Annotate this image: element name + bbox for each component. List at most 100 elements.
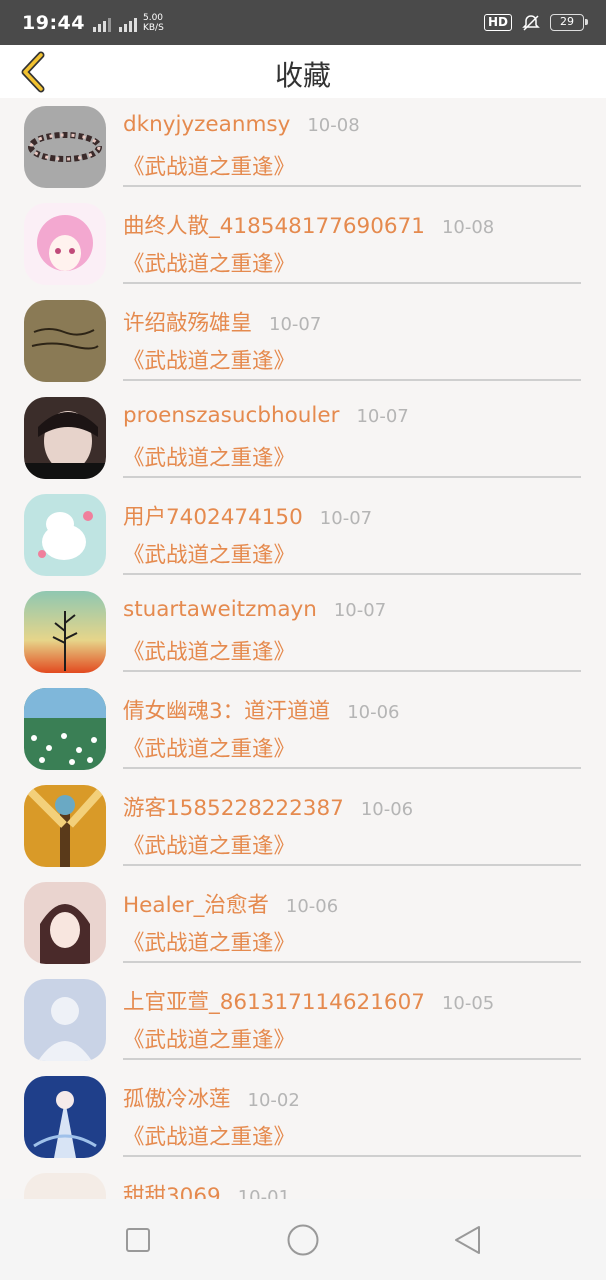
row-divider — [123, 767, 581, 769]
book-title[interactable]: 《武战道之重逢》 — [123, 1023, 295, 1054]
network-speed-value: 5.00 — [142, 12, 164, 23]
book-title[interactable]: 《武战道之重逢》 — [123, 441, 295, 472]
favorite-row[interactable]: 孤傲冷冰莲 10-02 《武战道之重逢》 — [0, 1068, 606, 1165]
signal-icon — [92, 14, 111, 32]
anime-portrait-avatar-icon[interactable] — [24, 882, 106, 964]
favorite-date: 10-08 — [441, 217, 495, 238]
row-divider — [123, 1155, 581, 1157]
name-line: dknyjyzeanmsy 10-08 — [123, 112, 586, 137]
book-title[interactable]: 《武战道之重逢》 — [123, 344, 295, 375]
circle-icon — [287, 1224, 319, 1256]
moomin-avatar-icon[interactable] — [24, 494, 106, 576]
row-divider — [123, 185, 581, 187]
row-divider — [123, 1058, 581, 1060]
system-nav-bar — [0, 1199, 606, 1280]
username[interactable]: Healer_治愈者 — [123, 888, 269, 919]
favorite-date: 10-06 — [347, 702, 400, 723]
favorite-row[interactable]: 上官亚萱_861317114621607 10-05 《武战道之重逢》 — [0, 971, 606, 1068]
name-line: 上官亚萱_861317114621607 10-05 — [123, 985, 586, 1016]
girl-photo-avatar-icon[interactable] — [24, 397, 106, 479]
name-line: 倩女幽魂3：道汗道道 10-06 — [123, 694, 586, 725]
row-divider — [123, 379, 581, 381]
name-line: 游客1585228222387 10-06 — [123, 791, 586, 822]
favorite-row[interactable]: 甜甜3069 10-01 — [0, 1165, 606, 1199]
username[interactable]: dknyjyzeanmsy — [123, 112, 290, 137]
name-line: 甜甜3069 10-01 — [123, 1179, 586, 1199]
name-line: 许绍敲殇雄皇 10-07 — [123, 306, 586, 337]
handwriting-avatar-icon[interactable] — [24, 300, 106, 382]
favorite-row[interactable]: 倩女幽魂3：道汗道道 10-06 《武战道之重逢》 — [0, 680, 606, 777]
row-divider — [123, 476, 581, 478]
favorite-date: 10-05 — [441, 993, 495, 1014]
favorite-date: 10-07 — [269, 314, 322, 335]
nav-back-button[interactable] — [450, 1223, 484, 1257]
favorite-row[interactable]: dknyjyzeanmsy 10-08 《武战道之重逢》 — [0, 98, 606, 195]
name-line: 曲终人散_418548177690671 10-08 — [123, 209, 586, 240]
favorite-date: 10-06 — [285, 896, 339, 917]
row-divider — [123, 961, 581, 963]
forest-avatar-icon[interactable] — [24, 785, 106, 867]
status-bar: 19:44 5.00 KB/S HD 29 — [0, 0, 606, 45]
favorites-list[interactable]: dknyjyzeanmsy 10-08 《武战道之重逢》 曲终人散_418548177… — [0, 98, 606, 1199]
favorite-row[interactable]: 许绍敲殇雄皇 10-07 《武战道之重逢》 — [0, 292, 606, 389]
username[interactable]: proenszasucbhouler — [123, 403, 339, 428]
book-title[interactable]: 《武战道之重逢》 — [123, 926, 295, 957]
book-title[interactable]: 《武战道之重逢》 — [123, 247, 295, 278]
favorite-row[interactable]: stuartaweitzmayn 10-07 《武战道之重逢》 — [0, 583, 606, 680]
triangle-back-icon — [455, 1226, 480, 1254]
username[interactable]: 用户7402474150 — [123, 500, 303, 531]
bracelet-avatar-icon[interactable] — [24, 106, 106, 188]
battery-icon: 29 — [550, 14, 588, 31]
default-person-avatar-icon[interactable] — [24, 979, 106, 1061]
row-divider — [123, 864, 581, 866]
favorite-date: 10-07 — [319, 508, 373, 529]
username[interactable]: 孤傲冷冰莲 — [123, 1082, 231, 1113]
username[interactable]: 上官亚萱_861317114621607 — [123, 985, 425, 1016]
sunset-plant-avatar-icon[interactable] — [24, 591, 106, 673]
network-speed-unit: KB/S — [142, 22, 164, 33]
username[interactable]: 甜甜3069 — [123, 1179, 221, 1199]
username[interactable]: 许绍敲殇雄皇 — [123, 306, 252, 337]
username[interactable]: 倩女幽魂3：道汗道道 — [123, 694, 330, 725]
favorite-date: 10-08 — [307, 115, 360, 136]
name-line: 孤傲冷冰莲 10-02 — [123, 1082, 586, 1113]
header-bar: 收藏 — [0, 45, 606, 98]
favorite-row[interactable]: proenszasucbhouler 10-07 《武战道之重逢》 — [0, 389, 606, 486]
favorite-date: 10-06 — [360, 799, 414, 820]
row-divider — [123, 573, 581, 575]
flower-field-avatar-icon[interactable] — [24, 688, 106, 770]
ice-lotus-avatar-icon[interactable] — [24, 1076, 106, 1158]
book-title[interactable]: 《武战道之重逢》 — [123, 150, 295, 181]
name-line: stuartaweitzmayn 10-07 — [123, 597, 586, 622]
book-title[interactable]: 《武战道之重逢》 — [123, 635, 295, 666]
favorite-date: 10-07 — [333, 600, 387, 621]
favorite-row[interactable]: 曲终人散_418548177690671 10-08 《武战道之重逢》 — [0, 195, 606, 292]
row-divider — [123, 282, 581, 284]
favorite-date: 10-01 — [237, 1187, 291, 1199]
favorite-date: 10-02 — [247, 1090, 300, 1111]
favorite-row[interactable]: 游客1585228222387 10-06 《武战道之重逢》 — [0, 777, 606, 874]
network-speed: 5.00 KB/S — [143, 13, 164, 33]
anime-girl-avatar-icon[interactable] — [24, 203, 106, 285]
name-line: Healer_治愈者 10-06 — [123, 888, 586, 919]
favorite-row[interactable]: 用户7402474150 10-07 《武战道之重逢》 — [0, 486, 606, 583]
square-icon — [126, 1228, 150, 1252]
favorite-date: 10-07 — [356, 406, 409, 427]
name-line: proenszasucbhouler 10-07 — [123, 403, 586, 428]
home-button[interactable] — [286, 1223, 320, 1257]
book-title[interactable]: 《武战道之重逢》 — [123, 829, 295, 860]
book-title[interactable]: 《武战道之重逢》 — [123, 1120, 295, 1151]
book-title[interactable]: 《武战道之重逢》 — [123, 538, 295, 569]
recents-button[interactable] — [121, 1223, 155, 1257]
signal-4g-icon — [118, 14, 137, 32]
username[interactable]: 曲终人散_418548177690671 — [123, 209, 425, 240]
anime-girl-avatar-icon[interactable] — [24, 1173, 106, 1199]
bell-muted-icon — [522, 14, 540, 31]
hd-icon: HD — [483, 14, 512, 31]
username[interactable]: stuartaweitzmayn — [123, 597, 317, 622]
favorite-row[interactable]: Healer_治愈者 10-06 《武战道之重逢》 — [0, 874, 606, 971]
row-divider — [123, 670, 581, 672]
book-title[interactable]: 《武战道之重逢》 — [123, 732, 295, 763]
username[interactable]: 游客1585228222387 — [123, 791, 344, 822]
status-time: 19:44 — [22, 11, 85, 34]
